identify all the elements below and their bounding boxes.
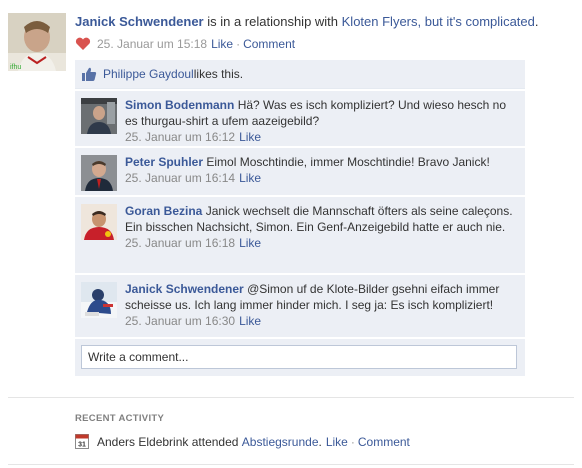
- write-comment-row: [75, 339, 525, 376]
- comment-timestamp[interactable]: 25. Januar um 16:30: [125, 314, 235, 328]
- comment-author-link[interactable]: Goran Bezina: [125, 204, 202, 218]
- comment-text: Eimol Moschtindie, immer Moschtindie! Br…: [206, 155, 490, 169]
- relationship-target-link[interactable]: Kloten Flyers, but it's complicated: [342, 14, 535, 29]
- comment-author-link[interactable]: Simon Bodenmann: [125, 98, 234, 112]
- activity-event-end: .: [318, 434, 322, 449]
- commenter-photo-icon: [81, 98, 117, 134]
- commenter-photo-icon: [81, 282, 117, 318]
- activity-event-link[interactable]: Abstiegsrunde: [242, 435, 319, 449]
- story-timestamp[interactable]: 25. Januar um 15:18: [97, 36, 207, 52]
- activity-like-link[interactable]: Like: [326, 435, 348, 449]
- comment-author-link[interactable]: Janick Schwendener: [125, 282, 244, 296]
- comment-timestamp[interactable]: 25. Januar um 16:18: [125, 236, 235, 250]
- section-divider: [8, 397, 574, 398]
- comment-body: Simon Bodenmann Hä? Was es isch komplizi…: [125, 97, 519, 145]
- comments-section: Philippe Gaydoul likes this. Simon Boden…: [75, 60, 525, 376]
- comment-like-link[interactable]: Like: [239, 314, 261, 328]
- comment-meta: 25. Januar um 16:14 Like: [125, 170, 519, 186]
- activity-comment-link[interactable]: Comment: [358, 435, 410, 449]
- recent-activity-item: 31 Anders Eldebrink attended Abstiegsrun…: [75, 434, 410, 449]
- comment-timestamp[interactable]: 25. Januar um 16:14: [125, 171, 235, 185]
- recent-activity-title: RECENT ACTIVITY: [75, 413, 165, 424]
- comment-body: Goran Bezina Janick wechselt die Mannsch…: [125, 203, 519, 251]
- commenter-photo-icon: [81, 204, 117, 240]
- comment-timestamp[interactable]: 25. Januar um 16:12: [125, 130, 235, 144]
- story-like-link[interactable]: Like: [211, 36, 233, 52]
- likes-row: Philippe Gaydoul likes this.: [75, 60, 525, 89]
- activity-actor: Anders Eldebrink: [97, 434, 189, 449]
- profile-avatar[interactable]: ifhu: [8, 13, 66, 71]
- likes-suffix: likes this.: [193, 67, 244, 81]
- actor-link[interactable]: Janick Schwendener: [75, 14, 204, 29]
- svg-text:ifhu: ifhu: [10, 64, 21, 71]
- comment-body: Janick Schwendener @Simon uf de Klote-Bi…: [125, 281, 519, 329]
- comment-avatar[interactable]: [81, 155, 117, 191]
- comment-item: Simon Bodenmann Hä? Was es isch komplizi…: [75, 91, 525, 146]
- calendar-icon: 31: [75, 434, 89, 449]
- thumbs-up-icon: [81, 66, 97, 82]
- comment-meta: 25. Januar um 16:30 Like: [125, 313, 519, 329]
- comment-item: Goran Bezina Janick wechselt die Mannsch…: [75, 197, 525, 273]
- comment-author-link[interactable]: Peter Spuhler: [125, 155, 203, 169]
- comment-item: Janick Schwendener @Simon uf de Klote-Bi…: [75, 275, 525, 337]
- comment-like-link[interactable]: Like: [239, 171, 261, 185]
- story-comment-link[interactable]: Comment: [243, 36, 295, 52]
- commenter-photo-icon: [81, 155, 117, 191]
- separator-dot: ·: [236, 37, 241, 51]
- bottom-divider: [8, 464, 574, 465]
- story-text-middle: is in a relationship with: [203, 14, 342, 29]
- comment-avatar[interactable]: [81, 204, 117, 240]
- comment-body: Peter Spuhler Eimol Moschtindie, immer M…: [125, 154, 519, 186]
- separator-dot: ·: [350, 434, 355, 449]
- write-comment-input[interactable]: [81, 345, 517, 369]
- story-text: Janick Schwendener is in a relationship …: [75, 13, 575, 31]
- liker-link[interactable]: Philippe Gaydoul: [103, 67, 194, 81]
- comment-like-link[interactable]: Like: [239, 236, 261, 250]
- comment-like-link[interactable]: Like: [239, 130, 261, 144]
- comment-meta: 25. Januar um 16:12 Like: [125, 129, 519, 145]
- calendar-day: 31: [78, 442, 86, 449]
- comment-item: Peter Spuhler Eimol Moschtindie, immer M…: [75, 148, 525, 195]
- story-meta: 25. Januar um 15:18 Like · Comment: [75, 36, 575, 52]
- comment-meta: 25. Januar um 16:18 Like: [125, 235, 519, 251]
- story-header: Janick Schwendener is in a relationship …: [75, 13, 575, 52]
- profile-photo-icon: ifhu: [8, 13, 66, 71]
- comment-avatar[interactable]: [81, 98, 117, 134]
- activity-verb: attended: [188, 434, 242, 449]
- comment-avatar[interactable]: [81, 282, 117, 318]
- story-text-end: .: [534, 14, 539, 29]
- heart-icon: [75, 37, 91, 51]
